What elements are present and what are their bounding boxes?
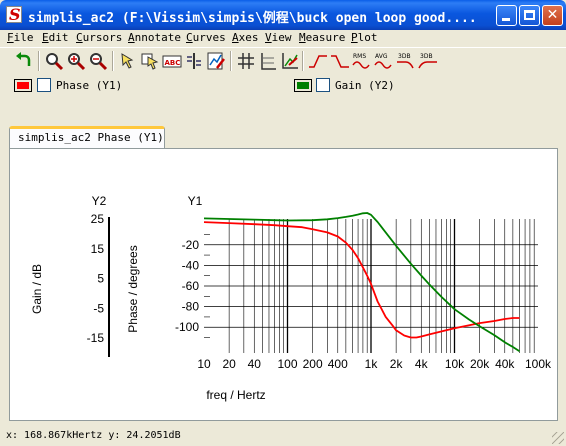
bode-plot-svg[interactable]: 10 20 40 100 200 400 1k 2k 4k 10k 20k 40k 100k -20 -40… (10, 149, 557, 420)
svg-text:3DB: 3DB (420, 53, 433, 60)
x-tick-label: 40 (248, 357, 262, 371)
grid-icon[interactable] (236, 51, 256, 71)
y2-axis-title: Y2 (92, 194, 107, 208)
x-tick-label: 4k (415, 357, 429, 371)
cursor-icon[interactable] (118, 51, 138, 71)
x-axis-label: freq / Hertz (206, 388, 265, 402)
title-bar[interactable]: S simplis_ac2 (F:\Vissim\simpis\例程\buck … (0, 0, 566, 30)
y2-tick-label: 15 (91, 242, 105, 256)
menu-cursors[interactable]: Cursors (76, 31, 122, 44)
phase-curve (203, 221, 520, 339)
curve-edit-icon[interactable] (206, 51, 226, 71)
x-tick-label: 2k (390, 357, 404, 371)
curve-marker-icon[interactable] (184, 51, 204, 71)
plot-panel[interactable]: 10 20 40 100 200 400 1k 2k 4k 10k 20k 40k 100k -20 -40… (9, 148, 558, 421)
phase-select-checkbox[interactable] (37, 78, 51, 92)
y1-axis-title: Y1 (188, 194, 203, 208)
menu-curves[interactable]: Curves (186, 31, 226, 44)
x-tick-label: 100 (277, 357, 297, 371)
zoom-icon[interactable] (44, 51, 64, 71)
toolbar: ABC RMS AVG 3DB 3DB (0, 47, 566, 73)
app-window: S simplis_ac2 (F:\Vissim\simpis\例程\buck … (0, 0, 566, 446)
maximize-button[interactable] (519, 5, 540, 26)
y1-tick-label: -100 (175, 320, 199, 334)
y2-tick-label: -15 (87, 331, 105, 345)
menu-view[interactable]: View (265, 31, 292, 44)
tab-label: simplis_ac2 Phase (Y1) (18, 131, 164, 144)
avg-icon[interactable]: AVG (374, 51, 394, 71)
fall-icon[interactable] (330, 51, 350, 71)
cursor-move-icon[interactable] (140, 51, 160, 71)
zoom-out-icon[interactable] (88, 51, 108, 71)
menu-measure[interactable]: Measure (299, 31, 345, 44)
x-tick-label: 40k (495, 357, 515, 371)
y2-tick-label: 25 (91, 212, 105, 226)
status-bar: x: 168.867kHertz y: 24.2051dB (0, 425, 566, 446)
y2-tick-label: -5 (93, 301, 104, 315)
window-title: simplis_ac2 (F:\Vissim\simpis\例程\buck op… (28, 11, 477, 26)
gain-legend-label: Gain (Y2) (335, 79, 395, 92)
rise-icon[interactable] (308, 51, 328, 71)
y2-tick-label: 5 (97, 272, 104, 286)
axis-settings-icon[interactable] (280, 51, 300, 71)
svg-text:RMS: RMS (353, 53, 366, 60)
phase-color-swatch[interactable] (14, 79, 32, 92)
gain-select-checkbox[interactable] (316, 78, 330, 92)
rms-icon[interactable]: RMS (352, 51, 372, 71)
tab-strip: simplis_ac2 Phase (Y1) (0, 118, 566, 148)
3db-low-icon[interactable]: 3DB (396, 51, 416, 71)
minimize-button[interactable] (496, 5, 517, 26)
x-tick-label: 1k (365, 357, 379, 371)
y1-tick-label: -40 (182, 258, 200, 272)
resize-grip-icon[interactable] (552, 432, 564, 444)
3db-high-icon[interactable]: 3DB (418, 51, 438, 71)
x-tick-label: 20 (222, 357, 236, 371)
x-tick-label: 20k (470, 357, 490, 371)
x-tick-label: 100k (525, 357, 552, 371)
menu-bar: File Edit Cursors Annotate Curves Axes V… (0, 30, 566, 47)
phase-legend-label: Phase (Y1) (56, 79, 123, 92)
y1-tick-label: -20 (182, 238, 200, 252)
gain-curve (203, 212, 520, 352)
simplis-app-icon: S (6, 5, 22, 24)
close-button[interactable]: ✕ (542, 5, 563, 26)
y1-axis-label: Phase / degrees (126, 245, 140, 332)
grid-lines-icon[interactable] (258, 51, 278, 71)
svg-text:3DB: 3DB (398, 53, 411, 60)
svg-text:AVG: AVG (375, 53, 388, 60)
x-tick-label: 10k (445, 357, 465, 371)
zoom-in-icon[interactable] (66, 51, 86, 71)
menu-axes[interactable]: Axes (232, 31, 259, 44)
svg-text:ABC: ABC (165, 59, 181, 67)
menu-annotate[interactable]: Annotate (128, 31, 181, 44)
menu-plot[interactable]: Plot (351, 31, 378, 44)
gain-color-swatch[interactable] (294, 79, 312, 92)
undo-icon[interactable] (14, 51, 34, 71)
x-tick-label: 10 (197, 357, 211, 371)
x-tick-label: 400 (328, 357, 348, 371)
cursor-readout: x: 168.867kHertz y: 24.2051dB (6, 430, 181, 441)
tab-simplis-ac2-phase[interactable]: simplis_ac2 Phase (Y1) (9, 126, 165, 148)
y1-tick-label: -60 (182, 279, 200, 293)
menu-file[interactable]: File (7, 31, 34, 44)
menu-edit[interactable]: Edit (42, 31, 69, 44)
annotate-abc-icon[interactable]: ABC (162, 51, 182, 71)
y1-tick-label: -80 (182, 300, 200, 314)
curve-legend: Phase (Y1) Gain (Y2) (0, 73, 566, 99)
y2-axis-label: Gain / dB (30, 264, 44, 314)
x-tick-label: 200 (303, 357, 323, 371)
